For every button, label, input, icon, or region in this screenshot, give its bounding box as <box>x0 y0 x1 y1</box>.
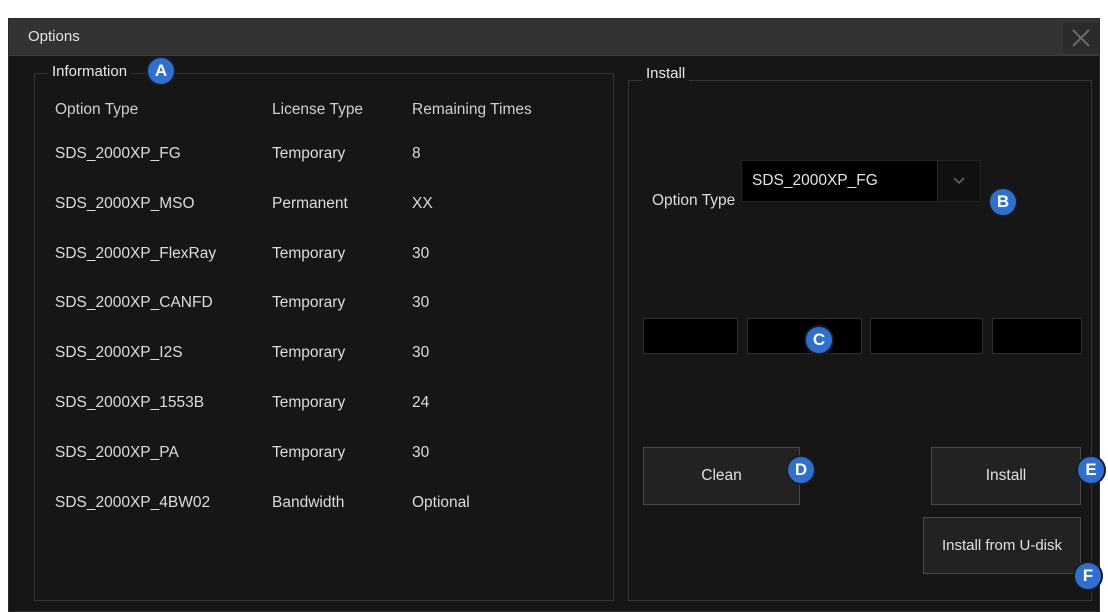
badge-b: B <box>988 187 1018 217</box>
option-type-value: SDS_2000XP_FG <box>752 172 878 189</box>
badge-c: C <box>804 325 834 355</box>
cell-remaining-times: 30 <box>412 444 430 461</box>
cell-remaining-times: 8 <box>412 145 421 162</box>
column-header-remaining-times: Remaining Times <box>412 101 532 118</box>
badge-a: A <box>146 56 176 86</box>
cell-option-type: SDS_2000XP_1553B <box>55 394 205 411</box>
license-code-field-3[interactable] <box>870 318 983 354</box>
cell-license-type: Permanent <box>272 195 348 212</box>
badge-f: F <box>1073 561 1103 591</box>
install-from-udisk-label: Install from U-disk <box>941 537 1063 554</box>
cell-remaining-times: XX <box>412 195 433 212</box>
cell-option-type: SDS_2000XP_PA <box>55 444 179 461</box>
cell-license-type: Temporary <box>272 145 346 162</box>
dropdown-arrow[interactable] <box>937 161 980 201</box>
install-button-label: Install <box>985 467 1027 484</box>
cell-remaining-times: 30 <box>412 294 430 311</box>
cell-remaining-times: 30 <box>412 344 430 361</box>
cell-option-type: SDS_2000XP_MSO <box>55 195 195 212</box>
cell-option-type: SDS_2000XP_I2S <box>55 344 183 361</box>
cell-option-type: SDS_2000XP_CANFD <box>55 294 213 311</box>
cell-license-type: Temporary <box>272 394 346 411</box>
install-from-udisk-button[interactable]: Install from U-disk <box>923 517 1081 574</box>
option-type-label: Option Type <box>652 192 736 209</box>
install-label: Install <box>642 65 690 82</box>
badge-d: D <box>786 455 816 485</box>
column-header-option-type: Option Type <box>55 101 139 118</box>
install-button[interactable]: Install <box>931 447 1081 505</box>
clean-button-label: Clean <box>701 467 742 484</box>
license-code-field-1[interactable] <box>643 318 738 354</box>
option-type-select[interactable]: SDS_2000XP_FG <box>741 160 981 202</box>
dialog-title: Options <box>28 28 80 45</box>
cell-license-type: Temporary <box>272 245 346 262</box>
badge-e: E <box>1076 455 1106 485</box>
title-bar: Options <box>9 19 1099 56</box>
clean-button[interactable]: Clean <box>643 447 800 505</box>
close-button[interactable] <box>1063 23 1099 53</box>
column-header-license-type: License Type <box>272 101 364 118</box>
cell-license-type: Temporary <box>272 294 346 311</box>
cell-remaining-times: Optional <box>412 494 470 511</box>
cell-remaining-times: 24 <box>412 394 430 411</box>
cell-option-type: SDS_2000XP_FlexRay <box>55 245 217 262</box>
cell-license-type: Temporary <box>272 444 346 461</box>
close-icon <box>1072 29 1090 47</box>
cell-license-type: Temporary <box>272 344 346 361</box>
cell-option-type: SDS_2000XP_FG <box>55 145 181 162</box>
cell-remaining-times: 30 <box>412 245 430 262</box>
cell-option-type: SDS_2000XP_4BW02 <box>55 494 211 511</box>
information-label: Information <box>48 63 132 80</box>
chevron-down-icon <box>953 177 965 185</box>
license-code-field-4[interactable] <box>992 318 1082 354</box>
cell-license-type: Bandwidth <box>272 494 345 511</box>
